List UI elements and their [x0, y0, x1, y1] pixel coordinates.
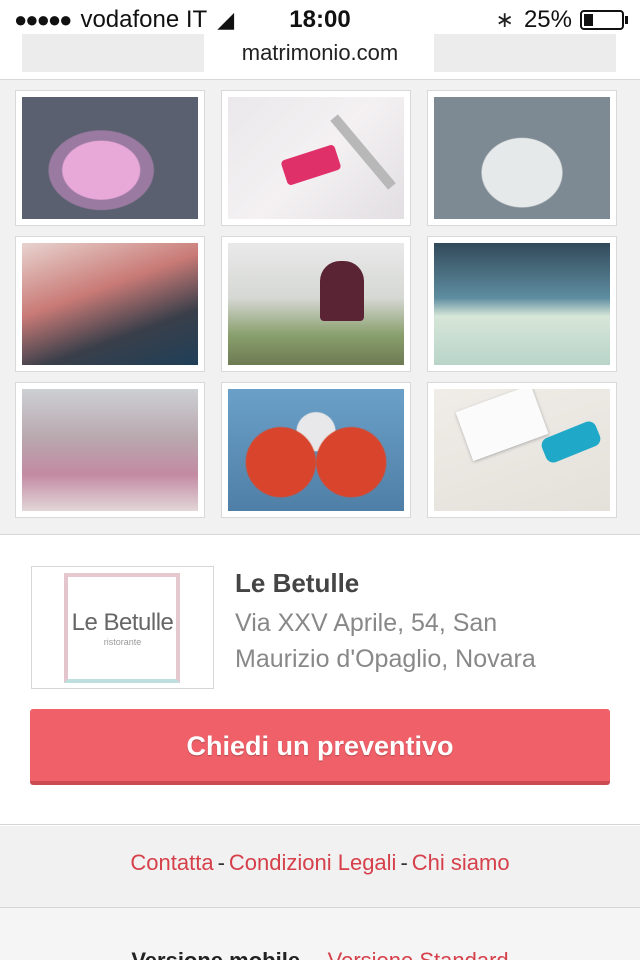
footer-links: Contatta - Condizioni Legali - Chi siamo — [0, 826, 640, 908]
gallery-photo[interactable] — [221, 236, 411, 372]
gallery-photo[interactable] — [221, 90, 411, 226]
photo-image — [434, 389, 610, 511]
link-separator: - — [400, 850, 408, 875]
bluetooth-icon: ∗ — [495, 7, 514, 32]
venue-address: Via XXV Aprile, 54, San Maurizio d'Opagl… — [235, 609, 536, 673]
battery-icon — [580, 10, 624, 30]
photo-image — [434, 243, 610, 365]
gallery-photo[interactable] — [427, 90, 617, 226]
gallery-photo[interactable] — [221, 382, 411, 518]
version-separator: - — [310, 948, 317, 960]
gallery-photo[interactable] — [15, 236, 205, 372]
photo-image — [228, 389, 404, 511]
gallery-photo[interactable] — [427, 236, 617, 372]
photo-image — [228, 97, 404, 219]
mobile-version-label: Versione mobile — [131, 948, 300, 960]
link-separator: - — [217, 850, 225, 875]
battery-cap — [625, 16, 628, 24]
battery-status: ∗ 25% — [496, 6, 628, 34]
version-switch: Versione mobile - Versione Standard — [0, 908, 640, 960]
photo-image — [22, 97, 198, 219]
status-bar: ●●●●● vodafone IT ◢ 18:00 ∗ 25% matrimon… — [0, 0, 640, 80]
photo-image — [228, 243, 404, 365]
battery-percent: 25% — [523, 6, 572, 33]
photo-gallery — [0, 80, 640, 535]
about-link[interactable]: Chi siamo — [412, 850, 510, 875]
logo-text: Le Betulle — [71, 609, 174, 636]
contact-link[interactable]: Contatta — [130, 850, 213, 875]
venue-card: Le Betulle ristorante Le Betulle Via XXV… — [0, 535, 640, 825]
venue-name: Le Betulle — [235, 568, 360, 598]
venue-logo[interactable]: Le Betulle ristorante — [31, 566, 214, 689]
legal-link[interactable]: Condizioni Legali — [229, 850, 397, 875]
gallery-photo[interactable] — [427, 382, 617, 518]
battery-level — [584, 14, 593, 26]
standard-version-link[interactable]: Versione Standard — [328, 948, 509, 960]
logo-subtitle: ristorante — [103, 637, 142, 647]
photo-image — [434, 97, 610, 219]
address-bar[interactable]: matrimonio.com — [0, 40, 640, 66]
request-quote-button[interactable]: Chiedi un preventivo — [30, 709, 610, 785]
photo-image — [22, 389, 198, 511]
gallery-photo[interactable] — [15, 382, 205, 518]
gallery-photo[interactable] — [15, 90, 205, 226]
photo-image — [22, 243, 198, 365]
